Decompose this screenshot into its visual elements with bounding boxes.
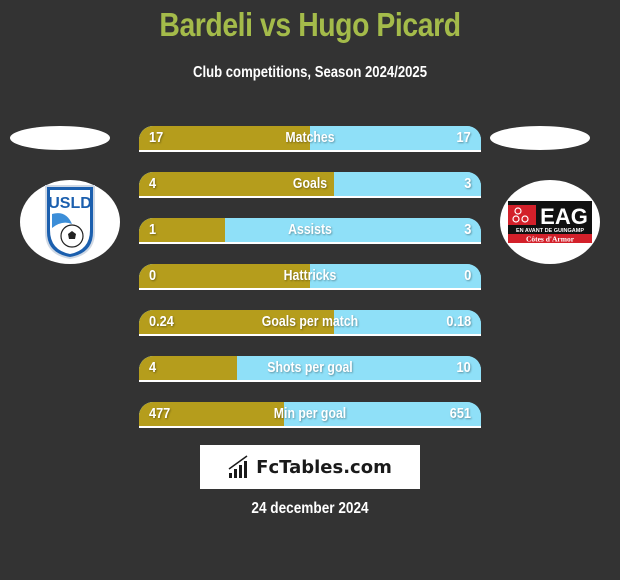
stat-row: 0.24 Goals per match 0.18 — [139, 310, 481, 336]
stat-label: Goals per match — [261, 313, 359, 330]
svg-text:EAG: EAG — [540, 204, 588, 229]
stat-label: Assists — [288, 221, 332, 238]
left-value: 477 — [149, 405, 171, 422]
stat-label: Shots per goal — [267, 359, 353, 376]
right-value: 3 — [463, 221, 471, 238]
stat-row: 4 Shots per goal 10 — [139, 356, 481, 382]
page-title: Bardeli vs Hugo Picard — [159, 6, 461, 43]
page-subtitle: Club competitions, Season 2024/2025 — [192, 64, 428, 81]
right-value: 10 — [456, 359, 471, 376]
stat-label: Goals — [292, 175, 328, 192]
left-value: 4 — [149, 175, 157, 192]
right-value: 651 — [449, 405, 471, 422]
left-player-oval — [10, 126, 110, 150]
left-value: 0 — [149, 267, 157, 284]
date-label: 24 december 2024 — [251, 500, 369, 517]
stat-row: 4 Goals 3 — [139, 172, 481, 198]
stat-row: 477 Min per goal 651 — [139, 402, 481, 428]
left-value: 4 — [149, 359, 157, 376]
svg-text:Côtes d'Armor: Côtes d'Armor — [526, 235, 575, 244]
right-value: 0.18 — [446, 313, 471, 330]
left-value: 1 — [149, 221, 157, 238]
left-team-crest: USLD — [20, 180, 120, 264]
usld-crest-icon: USLD — [45, 185, 95, 260]
bar-chart-icon — [228, 455, 248, 478]
right-value: 3 — [463, 175, 471, 192]
right-value: 0 — [463, 267, 471, 284]
brand-logo[interactable]: FcTables.com — [200, 445, 420, 489]
left-value: 17 — [149, 129, 164, 146]
stat-row: 0 Hattricks 0 — [139, 264, 481, 290]
stat-row: 17 Matches 17 — [139, 126, 481, 152]
right-player-oval — [490, 126, 590, 150]
eag-crest-icon: EAG EN AVANT DE GUINGAMP Côtes d'Armor — [508, 201, 592, 244]
svg-text:EN AVANT DE GUINGAMP: EN AVANT DE GUINGAMP — [516, 228, 584, 234]
stat-label: Hattricks — [283, 267, 337, 284]
stat-label: Min per goal — [273, 405, 347, 422]
svg-text:USLD: USLD — [48, 195, 92, 212]
right-value: 17 — [456, 129, 471, 146]
brand-name: FcTables.com — [256, 456, 392, 478]
stat-label: Matches — [285, 129, 335, 146]
right-team-crest: EAG EN AVANT DE GUINGAMP Côtes d'Armor — [500, 180, 600, 264]
stat-row: 1 Assists 3 — [139, 218, 481, 244]
